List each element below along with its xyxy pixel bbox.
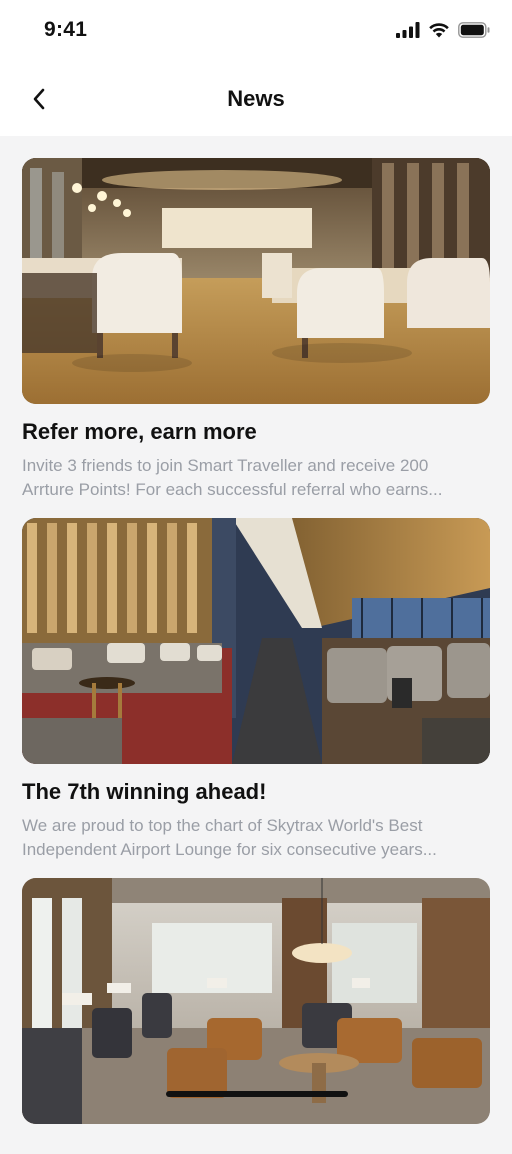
news-feed[interactable]: Refer more, earn more Invite 3 friends t… (22, 158, 490, 1154)
status-icons (396, 22, 490, 38)
news-image-lounge-dining (22, 158, 490, 404)
news-image-lounge-seating (22, 518, 490, 764)
news-description: Invite 3 friends to join Smart Traveller… (22, 454, 490, 502)
page-title: News (227, 86, 285, 111)
signal-icon (396, 22, 420, 38)
news-card[interactable]: The 7th winning ahead! We are proud to t… (22, 518, 490, 862)
news-card[interactable]: Refer more, earn more Invite 3 friends t… (22, 158, 490, 502)
news-title: The 7th winning ahead! (22, 779, 267, 804)
wifi-icon (429, 23, 449, 38)
news-description-line: Arrture Points! For each successful refe… (22, 480, 443, 499)
news-description-line: Invite 3 friends to join Smart Traveller… (22, 456, 429, 475)
news-card[interactable] (22, 878, 490, 1138)
battery-icon (458, 22, 490, 38)
news-image-lounge-lobby (22, 878, 490, 1124)
status-time: 9:41 (44, 18, 88, 41)
news-description-line: We are proud to top the chart of Skytrax… (22, 816, 423, 835)
status-bar: 9:41 (0, 0, 512, 62)
navigation-bar: News (0, 62, 512, 136)
news-description: We are proud to top the chart of Skytrax… (22, 814, 490, 862)
news-title: Refer more, earn more (22, 419, 257, 444)
home-indicator[interactable] (166, 1091, 348, 1097)
news-description-line: Independent Airport Lounge for six conse… (22, 840, 437, 859)
